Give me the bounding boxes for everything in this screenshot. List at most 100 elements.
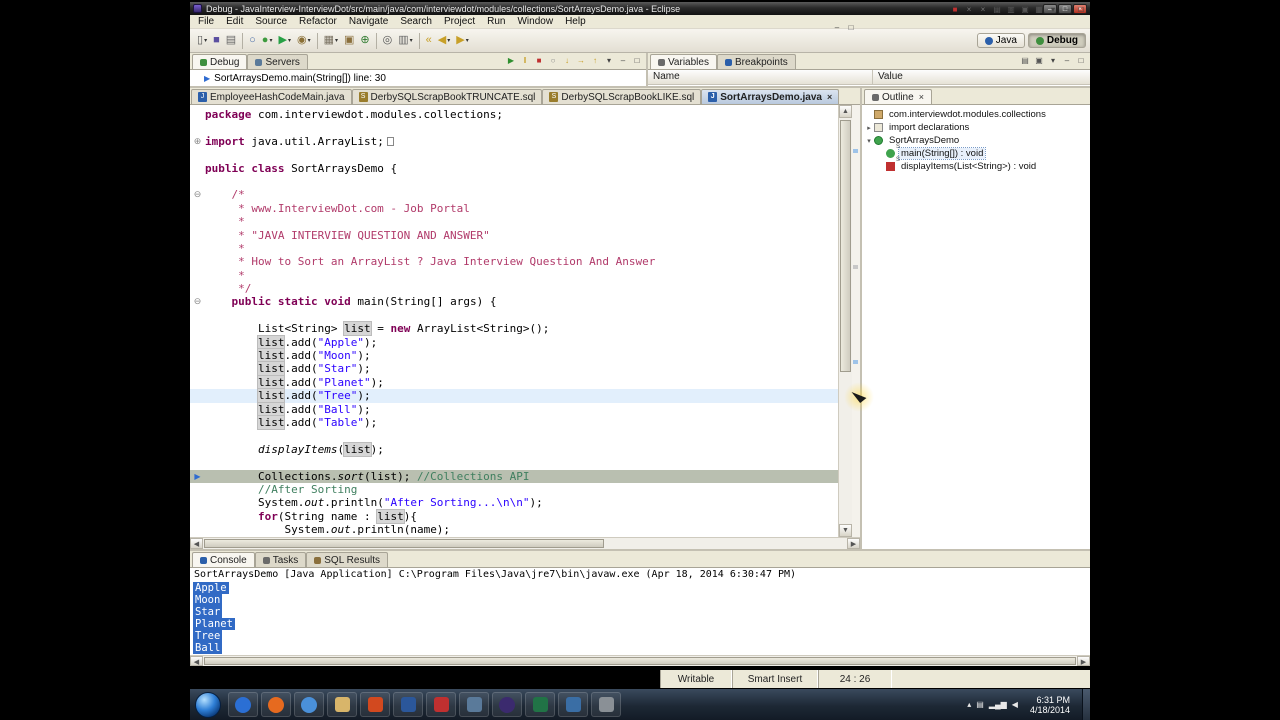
debug-tab-1[interactable]: Debug [192,54,248,69]
skip-breakpoints-icon[interactable]: ○ [246,31,259,50]
new-class-icon[interactable]: ⊕ [357,31,372,50]
taskbar-clock[interactable]: 6:31 PM 4/18/2014 [1023,695,1077,715]
menu-edit[interactable]: Edit [220,16,249,27]
forward-icon[interactable]: ▶ ▾ [453,31,471,50]
code-line-15[interactable]: ⊖ public static void main(String[] args)… [190,295,838,308]
editor-tab-1[interactable]: J EmployeeHashCodeMain.java [191,89,352,104]
code-line-29[interactable]: //After Sorting [190,483,838,496]
fold-expand-icon[interactable]: ⊕ [190,135,205,148]
code-line-3[interactable]: ⊕ import java.util.ArrayList; [190,135,838,148]
code-line-25[interactable] [190,429,838,442]
console-clear-icon[interactable]: ▤ [990,4,1004,17]
debug-tab-2[interactable]: Servers [247,54,308,69]
column-header-value[interactable]: Value [873,70,1090,84]
taskbar-icon-app[interactable] [591,692,621,717]
console-remove-launch-icon[interactable]: × [962,4,976,17]
console-line-2[interactable]: Moon [193,594,1090,606]
status-cursor-position[interactable]: 24 : 26 [818,670,892,688]
console-horizontal-scrollbar[interactable]: ◀ ▶ [190,655,1090,666]
console-line-4[interactable]: Planet [193,618,1090,630]
start-button[interactable] [195,691,221,718]
taskbar-icon-chrome[interactable] [294,692,324,717]
console-terminate-icon[interactable]: ■ [948,4,962,17]
console-scroll-thumb[interactable] [204,657,1076,665]
taskbar-icon-excel[interactable] [525,692,555,717]
code-line-7[interactable]: ⊖ /* [190,188,838,201]
editor-minimize-icon[interactable]: – [830,22,844,35]
suspend-icon[interactable]: ‖ [518,55,532,68]
console-open-icon[interactable]: ▦ [1032,4,1046,17]
code-line-18[interactable]: list.add("Apple"); [190,334,838,350]
variables-view-menu-icon[interactable]: ▾ [1046,55,1060,68]
step-over-icon[interactable]: → [574,55,588,68]
profile-icon[interactable]: ◉ ▾ [294,31,314,50]
overview-marker[interactable] [853,265,858,269]
code-line-11[interactable]: * [190,242,838,255]
menu-window[interactable]: Window [511,16,559,27]
debug-minimize-icon[interactable]: – [616,55,630,68]
step-return-icon[interactable]: ↑ [588,55,602,68]
editor-maximize-icon[interactable]: □ [844,22,858,35]
variables-table-body[interactable] [648,85,1090,86]
taskbar-icon-eclipse[interactable] [492,692,522,717]
menu-source[interactable]: Source [249,16,293,27]
menu-help[interactable]: Help [559,16,592,27]
code-line-6[interactable] [190,175,838,188]
console-output[interactable]: Apple Moon Star Planet Tree Ball [190,582,1090,655]
horizontal-scroll-thumb[interactable] [204,539,604,548]
back-icon-dropdown[interactable]: ▾ [447,37,450,44]
console-scroll-lock-icon[interactable]: ▥ [1004,4,1018,17]
code-line-17[interactable]: List<String> list = new ArrayList<String… [190,321,838,337]
overview-marker[interactable] [853,360,858,364]
editor-tab-close-icon[interactable]: × [827,92,832,102]
scroll-right-icon[interactable]: ▶ [847,538,860,549]
profile-icon-dropdown[interactable]: ▾ [308,37,311,44]
console-pin-icon[interactable]: ▣ [1018,4,1032,17]
print-icon[interactable]: ▤ [223,31,239,50]
run-icon-dropdown[interactable]: ▾ [288,37,291,44]
code-line-20[interactable]: list.add("Star"); [190,361,838,377]
terminate-icon[interactable]: ■ [532,55,546,68]
outline-tab[interactable]: Outline × [864,89,932,104]
editor-tab-3[interactable]: S DerbySQLScrapBookLIKE.sql [542,89,702,104]
variables-maximize-icon[interactable]: □ [1074,55,1088,68]
overview-marker[interactable] [853,149,858,153]
editor-horizontal-scrollbar[interactable]: ◀ ▶ [190,537,860,549]
console-maximize-icon[interactable]: □ [1074,4,1088,17]
outline-expander-icon[interactable]: ▸ [864,124,874,132]
taskbar-icon-word[interactable] [393,692,423,717]
new-wizard-icon-dropdown[interactable]: ▾ [204,37,207,44]
menu-refactor[interactable]: Refactor [293,16,343,27]
forward-icon-dropdown[interactable]: ▾ [466,37,469,44]
menu-file[interactable]: File [192,16,220,27]
code-line-2[interactable] [190,121,838,134]
network-icon[interactable]: ▂▄▆ [989,700,1007,709]
annotations-icon-dropdown[interactable]: ▾ [410,37,413,44]
code-line-5[interactable]: public class SortArraysDemo { [190,162,838,175]
variables-tab-2[interactable]: Breakpoints [716,54,796,69]
scroll-up-icon[interactable]: ▲ [839,105,852,118]
code-line-30[interactable]: System.out.println("After Sorting...\n\n… [190,496,838,509]
debug-perspective-button[interactable]: Debug [1027,33,1086,48]
outline-item-1[interactable]: com.interviewdot.modules.collections [862,108,1090,121]
outline-expander-icon[interactable]: ▾ [864,137,874,145]
save-icon[interactable]: ■ [210,31,223,50]
fold-collapse-icon[interactable]: ⊖ [190,188,205,201]
menu-run[interactable]: Run [481,16,511,27]
code-line-23[interactable]: list.add("Ball"); [190,401,838,417]
console-remove-all-launches-icon[interactable]: × [976,4,990,17]
code-line-32[interactable]: System.out.println(name); [190,523,838,536]
console-scroll-right-icon[interactable]: ▶ [1077,656,1090,666]
console-line-5[interactable]: Tree [193,630,1090,642]
code-line-10[interactable]: * "JAVA INTERVIEW QUESTION AND ANSWER" [190,229,838,242]
menu-search[interactable]: Search [394,16,438,27]
last-edit-location-icon[interactable]: « [423,31,435,50]
tray-expand-icon[interactable]: ▴ [967,700,971,709]
annotations-icon[interactable]: ▥ ▾ [395,31,415,50]
back-icon[interactable]: ◀ ▾ [435,31,453,50]
instruction-pointer-icon[interactable]: ▶ [190,470,205,483]
code-line-26[interactable]: displayItems(list); [190,441,838,457]
new-wizard-icon[interactable]: ▯ ▾ [194,31,210,50]
run-icon[interactable]: ▶ ▾ [275,31,293,50]
menu-navigate[interactable]: Navigate [343,16,394,27]
